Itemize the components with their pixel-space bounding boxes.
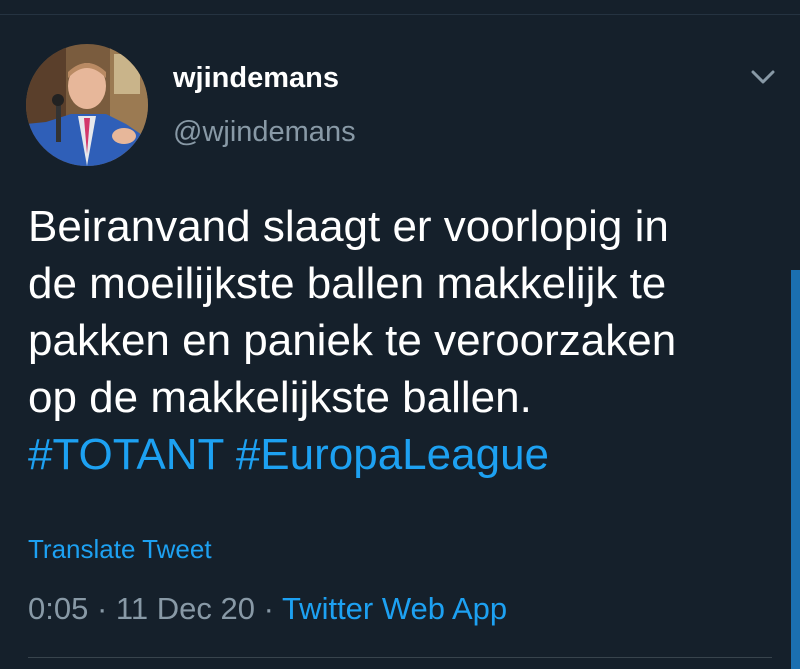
meta-separator: · — [263, 591, 274, 626]
scrollbar[interactable] — [791, 270, 800, 669]
avatar[interactable] — [26, 44, 148, 166]
top-divider — [0, 14, 800, 15]
display-name[interactable]: wjindemans — [173, 62, 339, 95]
tweet-meta: 0:05 · 11 Dec 20 · Twitter Web App — [28, 591, 507, 627]
user-handle[interactable]: @wjindemans — [173, 116, 356, 149]
tweet-date[interactable]: 11 Dec 20 — [116, 591, 255, 626]
avatar-photo — [26, 44, 148, 166]
tweet-text-line: Beiranvand slaagt er voorlopig in — [28, 202, 669, 251]
tweet-source-link[interactable]: Twitter Web App — [282, 591, 507, 626]
tweet-text-line: op de makkelijkste ballen. — [28, 373, 532, 422]
hashtag-link[interactable]: #TOTANT — [28, 430, 224, 479]
tweet-text: Beiranvand slaagt er voorlopig in de moe… — [28, 198, 768, 483]
tweet-text-line: pakken en paniek te veroorzaken — [28, 316, 677, 365]
tweet-time[interactable]: 0:05 — [28, 591, 88, 626]
hashtag-link[interactable]: #EuropaLeague — [236, 430, 549, 479]
bottom-divider — [28, 657, 772, 658]
translate-tweet-link[interactable]: Translate Tweet — [28, 534, 212, 565]
chevron-down-icon[interactable] — [749, 66, 777, 88]
hashtag-line: #TOTANT #EuropaLeague — [28, 426, 768, 483]
tweet-text-line: de moeilijkste ballen makkelijk te — [28, 259, 667, 308]
meta-separator: · — [96, 591, 108, 626]
